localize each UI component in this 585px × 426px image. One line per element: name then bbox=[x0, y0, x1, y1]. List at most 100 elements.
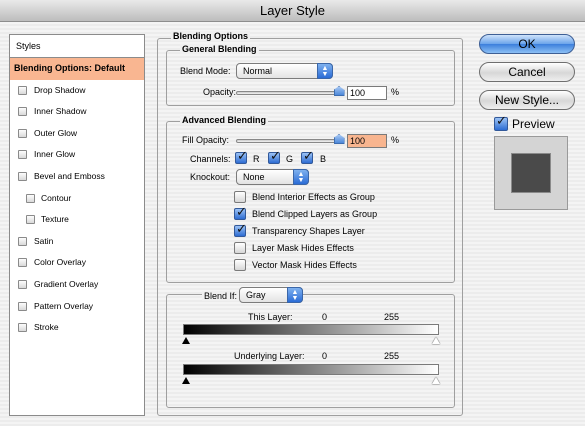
style-checkbox[interactable] bbox=[18, 301, 27, 311]
opacity-label: Opacity: bbox=[203, 87, 237, 97]
preview-thumbnail bbox=[494, 136, 568, 210]
styles-list: Styles Blending Options: Default Drop Sha… bbox=[9, 34, 145, 416]
knockout-value: None bbox=[243, 172, 265, 182]
advanced-blending-title: Advanced Blending bbox=[180, 115, 269, 125]
underlying-layer-min: 0 bbox=[322, 351, 328, 361]
channel-g-label: G bbox=[286, 154, 294, 164]
advanced-option-checkbox[interactable] bbox=[234, 222, 247, 237]
window-title: Layer Style bbox=[0, 0, 585, 22]
style-item[interactable]: Pattern Overlay bbox=[10, 296, 144, 318]
style-checkbox[interactable] bbox=[26, 215, 35, 225]
ok-button[interactable]: OK bbox=[479, 34, 575, 54]
style-checkbox[interactable] bbox=[18, 279, 27, 289]
style-item[interactable]: Bevel and Emboss bbox=[10, 166, 144, 188]
advanced-option-checkbox[interactable] bbox=[234, 242, 246, 254]
style-item-label: Color Overlay bbox=[34, 257, 86, 268]
advanced-option-checkbox[interactable] bbox=[234, 191, 246, 203]
blend-if-select[interactable]: Gray ▲ ▼ bbox=[239, 287, 303, 303]
underlying-layer-white-handle[interactable] bbox=[432, 377, 440, 384]
style-item[interactable]: Texture bbox=[10, 209, 144, 231]
general-blending-title: General Blending bbox=[180, 44, 259, 54]
fill-opacity-unit: % bbox=[391, 135, 400, 145]
style-item-label: Stroke bbox=[34, 322, 59, 333]
fill-opacity-label: Fill Opacity: bbox=[182, 135, 230, 145]
chevron-updown-icon: ▲ ▼ bbox=[317, 63, 333, 79]
styles-header[interactable]: Styles bbox=[10, 35, 144, 58]
style-item-label: Contour bbox=[41, 192, 72, 203]
style-item-label: Blending Options: Default bbox=[14, 63, 125, 73]
style-item-label: Drop Shadow bbox=[34, 84, 86, 95]
style-item[interactable]: Blending Options: Default bbox=[10, 58, 144, 80]
style-checkbox[interactable] bbox=[18, 258, 27, 268]
advanced-option-checkbox[interactable] bbox=[234, 259, 246, 271]
chevron-updown-icon: ▲ ▼ bbox=[287, 287, 303, 303]
channels-label: Channels: bbox=[190, 154, 231, 164]
style-item[interactable]: Gradient Overlay bbox=[10, 274, 144, 296]
style-checkbox[interactable] bbox=[18, 85, 27, 95]
style-item[interactable]: Inner Shadow bbox=[10, 101, 144, 123]
underlying-layer-black-handle[interactable] bbox=[182, 377, 190, 384]
channel-r-checkbox[interactable] bbox=[235, 149, 248, 164]
style-item-label: Bevel and Emboss bbox=[34, 170, 105, 181]
blending-options-title: Blending Options bbox=[171, 31, 250, 41]
this-layer-label: This Layer: bbox=[248, 312, 293, 322]
style-item[interactable]: Satin bbox=[10, 231, 144, 253]
style-item[interactable]: Color Overlay bbox=[10, 252, 144, 274]
preview-label: Preview bbox=[512, 117, 555, 131]
advanced-option-label: Vector Mask Hides Effects bbox=[252, 260, 357, 270]
this-layer-black-handle[interactable] bbox=[182, 337, 190, 344]
style-item-label: Inner Shadow bbox=[34, 106, 87, 117]
style-item[interactable]: Drop Shadow bbox=[10, 80, 144, 102]
channel-g-checkbox[interactable] bbox=[268, 149, 281, 164]
this-layer-max: 255 bbox=[384, 312, 400, 322]
advanced-option-checkbox[interactable] bbox=[234, 205, 247, 220]
style-checkbox[interactable] bbox=[18, 323, 27, 333]
advanced-option-label: Blend Clipped Layers as Group bbox=[252, 209, 378, 219]
blend-mode-value: Normal bbox=[243, 66, 273, 76]
knockout-label: Knockout: bbox=[190, 172, 231, 182]
opacity-slider[interactable] bbox=[236, 91, 342, 95]
style-item-label: Texture bbox=[41, 214, 69, 225]
style-checkbox[interactable] bbox=[18, 107, 27, 117]
fill-opacity-slider[interactable] bbox=[236, 139, 342, 143]
channel-r-label: R bbox=[253, 154, 260, 164]
style-item[interactable]: Contour bbox=[10, 188, 144, 210]
style-item[interactable]: Stroke bbox=[10, 317, 144, 339]
advanced-option-label: Transparency Shapes Layer bbox=[252, 226, 365, 236]
this-layer-white-handle[interactable] bbox=[432, 337, 440, 344]
advanced-option-label: Layer Mask Hides Effects bbox=[252, 243, 354, 253]
fill-opacity-input[interactable]: 100 bbox=[347, 134, 387, 148]
opacity-input[interactable]: 100 bbox=[347, 86, 387, 100]
style-checkbox[interactable] bbox=[26, 193, 35, 203]
advanced-blending-group bbox=[166, 121, 455, 283]
style-item-label: Inner Glow bbox=[34, 149, 76, 160]
style-checkbox[interactable] bbox=[18, 150, 27, 160]
knockout-select[interactable]: None ▲ ▼ bbox=[236, 169, 309, 185]
cancel-button[interactable]: Cancel bbox=[479, 62, 575, 82]
blend-mode-select[interactable]: Normal ▲ ▼ bbox=[236, 63, 333, 79]
this-layer-gradient bbox=[183, 324, 439, 335]
channel-b-checkbox[interactable] bbox=[301, 149, 314, 164]
advanced-option-label: Blend Interior Effects as Group bbox=[252, 192, 375, 202]
underlying-layer-max: 255 bbox=[384, 351, 400, 361]
style-checkbox[interactable] bbox=[18, 128, 27, 138]
blend-mode-label: Blend Mode: bbox=[180, 66, 231, 76]
this-layer-min: 0 bbox=[322, 312, 328, 322]
blend-if-value: Gray bbox=[246, 290, 266, 300]
preview-checkbox[interactable] bbox=[494, 114, 508, 131]
style-checkbox[interactable] bbox=[18, 171, 27, 181]
chevron-updown-icon: ▲ ▼ bbox=[293, 169, 309, 185]
blend-if-label: Blend If: bbox=[202, 291, 240, 301]
blend-if-group bbox=[166, 294, 455, 408]
channel-b-label: B bbox=[320, 154, 327, 164]
style-checkbox[interactable] bbox=[18, 236, 27, 246]
style-item-label: Gradient Overlay bbox=[34, 278, 99, 289]
opacity-unit: % bbox=[391, 87, 400, 97]
new-style-button[interactable]: New Style... bbox=[479, 90, 575, 110]
style-item[interactable]: Inner Glow bbox=[10, 144, 144, 166]
style-item-label: Outer Glow bbox=[34, 127, 77, 138]
underlying-layer-gradient bbox=[183, 364, 439, 375]
preview-swatch bbox=[511, 153, 551, 193]
style-item-label: Satin bbox=[34, 235, 54, 246]
style-item[interactable]: Outer Glow bbox=[10, 123, 144, 145]
